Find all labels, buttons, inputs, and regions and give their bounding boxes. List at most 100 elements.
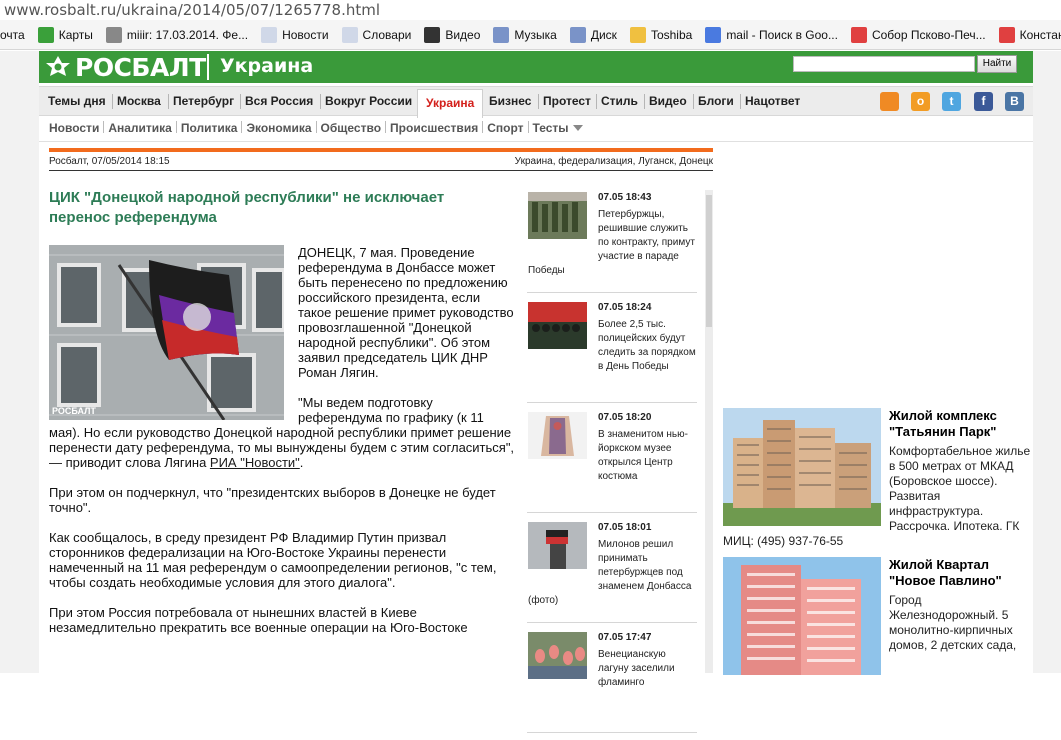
ad-phone: МИЦ: (495) 937-76-55 bbox=[723, 534, 844, 548]
nav-tab[interactable]: Видео bbox=[649, 94, 687, 108]
nav-tab[interactable]: Петербург bbox=[173, 94, 234, 108]
facebook-icon[interactable]: f bbox=[974, 92, 993, 111]
subnav-item[interactable]: Спорт bbox=[487, 121, 523, 135]
nav-tab[interactable]: Нацответ bbox=[745, 94, 800, 108]
nav-tab[interactable]: Москва bbox=[117, 94, 161, 108]
bookmark-label: mail - Поиск в Goo... bbox=[726, 27, 838, 42]
news-headline[interactable]: Более 2,5 тыс. полицейских будут следить… bbox=[598, 319, 696, 372]
chevron-down-icon[interactable] bbox=[572, 125, 583, 131]
news-item[interactable]: 07.05 18:24 Более 2,5 тыс. полицейских бу… bbox=[527, 300, 697, 403]
address-bar[interactable]: www.rosbalt.ru/ukraina/2014/05/07/126577… bbox=[0, 0, 1061, 20]
nav-tab[interactable]: Блоги bbox=[698, 94, 734, 108]
yandex-icon bbox=[850, 26, 867, 43]
bookmark-label: Музыка bbox=[514, 27, 557, 42]
subnav-item[interactable]: Тесты bbox=[533, 121, 569, 135]
nav-tab-active[interactable]: Украина bbox=[417, 89, 484, 118]
news-feed: 07.05 18:43 Петербуржцы, решившие служить… bbox=[527, 190, 697, 740]
bookmark-item[interactable]: Карты bbox=[37, 26, 93, 43]
bookmark-item[interactable]: Музыка bbox=[493, 26, 557, 43]
subnav-item[interactable]: Происшествия bbox=[390, 121, 478, 135]
article-tags[interactable]: Украина, федерализация, Луганск, Донецк bbox=[500, 156, 713, 167]
bookmark-item[interactable]: Собор Псково-Печ... bbox=[850, 26, 986, 43]
bookmark-item[interactable]: miiir: 17.03.2014. Фе... bbox=[105, 26, 248, 43]
bookmarks-bar: очта Карты miiir: 17.03.2014. Фе... Новости… bbox=[0, 20, 1061, 50]
bookmark-item[interactable]: Констант bbox=[998, 26, 1061, 43]
article-body: ДОНЕЦК, 7 мая. Проведение референдума в … bbox=[49, 245, 515, 650]
bookmark-item[interactable]: Видео bbox=[424, 26, 480, 43]
rss-icon[interactable] bbox=[880, 92, 899, 111]
ria-novosti-link[interactable]: РИА "Новости" bbox=[210, 455, 300, 470]
maps-icon bbox=[37, 26, 54, 43]
vkontakte-icon[interactable]: В bbox=[1005, 92, 1024, 111]
news-item[interactable]: 07.05 18:20 В знаменитом нью-йоркском муз… bbox=[527, 410, 697, 513]
bookmark-label: Диск bbox=[590, 27, 617, 42]
subnav-separator bbox=[482, 121, 484, 133]
news-headline[interactable]: Венецианскую лагуну заселили фламинго bbox=[598, 649, 675, 688]
bookmark-item[interactable]: mail - Поиск в Goo... bbox=[705, 26, 838, 43]
nav-tab[interactable]: Протест bbox=[543, 94, 591, 108]
news-time: 07.05 18:01 bbox=[598, 522, 652, 533]
ad-text: Город Железнодорожный. 5 монолитно-кирпи… bbox=[889, 593, 1017, 652]
news-headline-block: Венецианскую лагуну заселили фламинго bbox=[528, 648, 696, 692]
ad-title[interactable]: Жилой Квартал "Новое Павлино" bbox=[889, 557, 1033, 589]
site-header: РОСБАЛТ Украина Найти bbox=[39, 51, 1033, 83]
section-title: Украина bbox=[220, 55, 314, 77]
nav-separator bbox=[320, 94, 321, 109]
nav-tab[interactable]: Бизнес bbox=[489, 94, 531, 108]
ad-title[interactable]: Жилой комплекс "Татьянин Парк" bbox=[889, 408, 1033, 440]
page-icon bbox=[341, 26, 358, 43]
video-icon bbox=[424, 26, 441, 43]
nav-tab[interactable]: Темы дня bbox=[48, 94, 106, 108]
bookmark-item[interactable]: Диск bbox=[569, 26, 617, 43]
article-paragraph: При этом Россия потребовала от нынешних … bbox=[49, 605, 468, 635]
subnav-item[interactable]: Новости bbox=[49, 121, 99, 135]
news-headline[interactable]: В знаменитом нью-йоркском музее открылся… bbox=[598, 429, 688, 482]
page-icon bbox=[261, 26, 278, 43]
twitter-icon[interactable]: t bbox=[942, 92, 961, 111]
odnoklassniki-icon[interactable]: о bbox=[911, 92, 930, 111]
news-time: 07.05 18:24 bbox=[598, 302, 652, 313]
news-headline-block: Милонов решил принимать петербуржцев под… bbox=[528, 538, 696, 608]
ad-image[interactable] bbox=[723, 408, 881, 526]
scrollbar-thumb[interactable] bbox=[706, 195, 712, 327]
nav-tab[interactable]: Вся Россия bbox=[245, 94, 313, 108]
bookmark-label: Карты bbox=[58, 27, 93, 42]
ad-tatyanin-park[interactable]: Жилой комплекс "Татьянин Парк" Комфортаб… bbox=[723, 408, 1033, 548]
ad-novoe-pavlino[interactable]: Жилой Квартал "Новое Павлино" Город Желе… bbox=[723, 557, 1033, 675]
nav-tab[interactable]: Стиль bbox=[601, 94, 638, 108]
search-input[interactable] bbox=[793, 56, 975, 72]
subnav-item[interactable]: Экономика bbox=[246, 121, 311, 135]
news-time: 07.05 18:43 bbox=[598, 192, 652, 203]
article-paragraph: При этом он подчеркнул, что "президентск… bbox=[49, 485, 496, 515]
news-headline-block: Петербуржцы, решившие служить по контрак… bbox=[528, 208, 696, 278]
logo-divider bbox=[207, 54, 209, 80]
nav-separator bbox=[644, 94, 645, 109]
news-item[interactable]: 07.05 17:47 Венецианскую лагуну заселили … bbox=[527, 630, 697, 733]
news-item[interactable]: 07.05 18:43 Петербуржцы, решившие служить… bbox=[527, 190, 697, 293]
bookmark-item[interactable]: очта bbox=[0, 28, 25, 42]
paragraph-text: . bbox=[299, 455, 304, 470]
sub-navigation: Новости Аналитика Политика Экономика Обществ… bbox=[49, 121, 583, 135]
subnav-item[interactable]: Политика bbox=[181, 121, 238, 135]
search-button[interactable]: Найти bbox=[977, 55, 1017, 73]
nav-separator bbox=[112, 94, 113, 109]
nav-separator bbox=[240, 94, 241, 109]
site-logo[interactable]: РОСБАЛТ bbox=[45, 53, 206, 82]
main-navigation: Темы дня Москва Петербург Вся Россия Вокруг … bbox=[39, 86, 1033, 118]
article-title: ЦИК "Донецкой народной республики" не ис… bbox=[49, 189, 445, 226]
bookmark-label: Собор Псково-Печ... bbox=[871, 27, 986, 42]
bookmark-item[interactable]: Toshiba bbox=[629, 26, 692, 43]
nav-tab[interactable]: Вокруг России bbox=[325, 94, 412, 108]
news-item[interactable]: 07.05 18:01 Милонов решил принимать петер… bbox=[527, 520, 697, 623]
divider bbox=[39, 141, 1033, 142]
nav-separator bbox=[740, 94, 741, 109]
bookmark-item[interactable]: Словари bbox=[341, 26, 411, 43]
subnav-separator bbox=[527, 121, 529, 133]
subnav-item[interactable]: Аналитика bbox=[108, 121, 172, 135]
bookmark-item[interactable]: Новости bbox=[261, 26, 329, 43]
music-icon bbox=[493, 26, 510, 43]
ad-image[interactable] bbox=[723, 557, 881, 675]
article-source-date: Росбалт, 07/05/2014 18:15 bbox=[49, 156, 170, 167]
subnav-item[interactable]: Общество bbox=[321, 121, 382, 135]
disk-icon bbox=[569, 26, 586, 43]
